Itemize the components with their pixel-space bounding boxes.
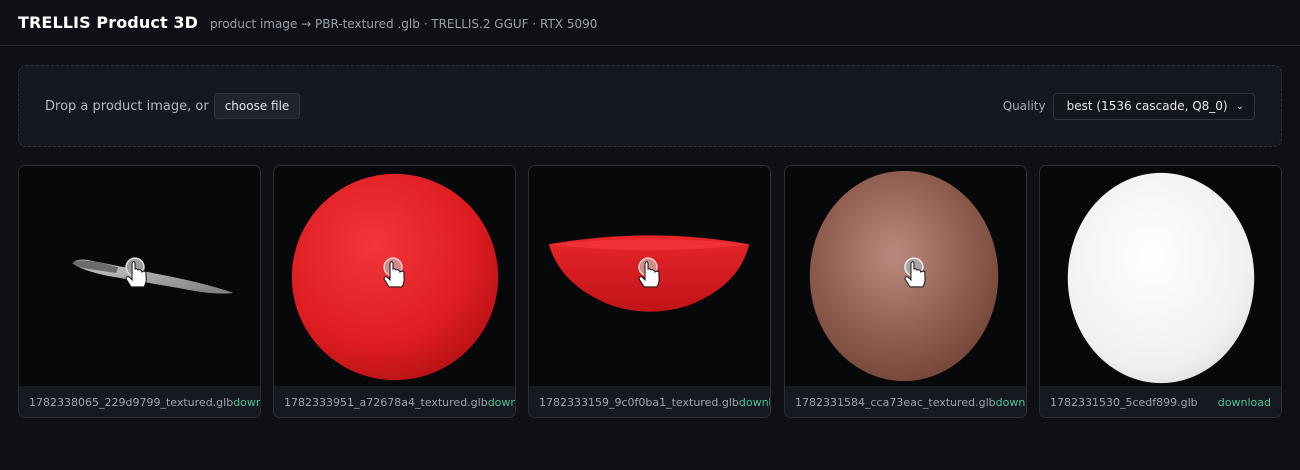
quality-selected-value: best (1536 cascade, Q8_0)	[1066, 99, 1228, 113]
download-link[interactable]: download	[233, 396, 260, 409]
model-viewer[interactable]	[1040, 166, 1281, 386]
app-header: TRELLIS Product 3D product image → PBR-t…	[0, 0, 1300, 46]
model-card-footer: 1782331584_cca73eac_textured.glbdownload	[785, 386, 1026, 417]
model-card-footer: 1782333951_a72678a4_textured.glbdownload	[274, 386, 515, 417]
download-link[interactable]: download	[739, 396, 770, 409]
model-card: 1782331530_5cedf899.glb download	[1039, 165, 1282, 418]
model-filename: 1782333951_a72678a4_textured.glb	[284, 396, 488, 409]
chevron-down-icon: ⌄	[1235, 100, 1244, 112]
quality-control: Quality best (1536 cascade, Q8_0) ⌄	[1002, 92, 1255, 120]
model-card: 1782333159_9c0f0ba1_textured.glbdownload	[528, 165, 771, 418]
knife-model-render	[72, 259, 234, 294]
brown-sphere-model-render	[809, 170, 999, 382]
quality-select[interactable]: best (1536 cascade, Q8_0) ⌄	[1052, 92, 1255, 120]
model-viewer[interactable]	[785, 166, 1026, 386]
model-card-footer: 1782333159_9c0f0ba1_textured.glbdownload	[529, 386, 770, 417]
model-card: 1782331584_cca73eac_textured.glbdownload	[784, 165, 1027, 418]
app-title: TRELLIS Product 3D	[18, 13, 198, 32]
model-viewer[interactable]	[274, 166, 515, 386]
model-filename: 1782338065_229d9799_textured.glb	[29, 396, 234, 409]
model-viewer[interactable]	[529, 166, 770, 386]
model-viewer[interactable]	[19, 166, 260, 386]
image-dropzone[interactable]: Drop a product image, or choose file Qua…	[18, 65, 1282, 147]
download-link[interactable]: download	[488, 396, 515, 409]
model-card-footer: 1782338065_229d9799_textured.glbdownload	[19, 386, 260, 417]
download-link[interactable]: download	[1218, 396, 1281, 409]
model-filename: 1782333159_9c0f0ba1_textured.glb	[539, 396, 739, 409]
model-card: 1782333951_a72678a4_textured.glbdownload	[273, 165, 516, 418]
quality-label: Quality	[1002, 99, 1046, 113]
choose-file-button[interactable]: choose file	[213, 93, 301, 119]
app-subtitle: product image → PBR-textured .glb · TREL…	[209, 16, 598, 31]
red-bowl-model-render	[548, 235, 750, 312]
red-sphere-model-render	[291, 173, 499, 381]
download-link[interactable]: download	[996, 396, 1026, 409]
white-ellipsoid-model-render	[1067, 172, 1255, 384]
dropzone-prompt: Drop a product image, or	[45, 98, 209, 114]
model-filename: 1782331530_5cedf899.glb	[1050, 396, 1198, 409]
model-card: 1782338065_229d9799_textured.glbdownload	[18, 165, 261, 418]
model-card-footer: 1782331530_5cedf899.glb download	[1040, 386, 1281, 417]
model-filename: 1782331584_cca73eac_textured.glb	[795, 396, 996, 409]
